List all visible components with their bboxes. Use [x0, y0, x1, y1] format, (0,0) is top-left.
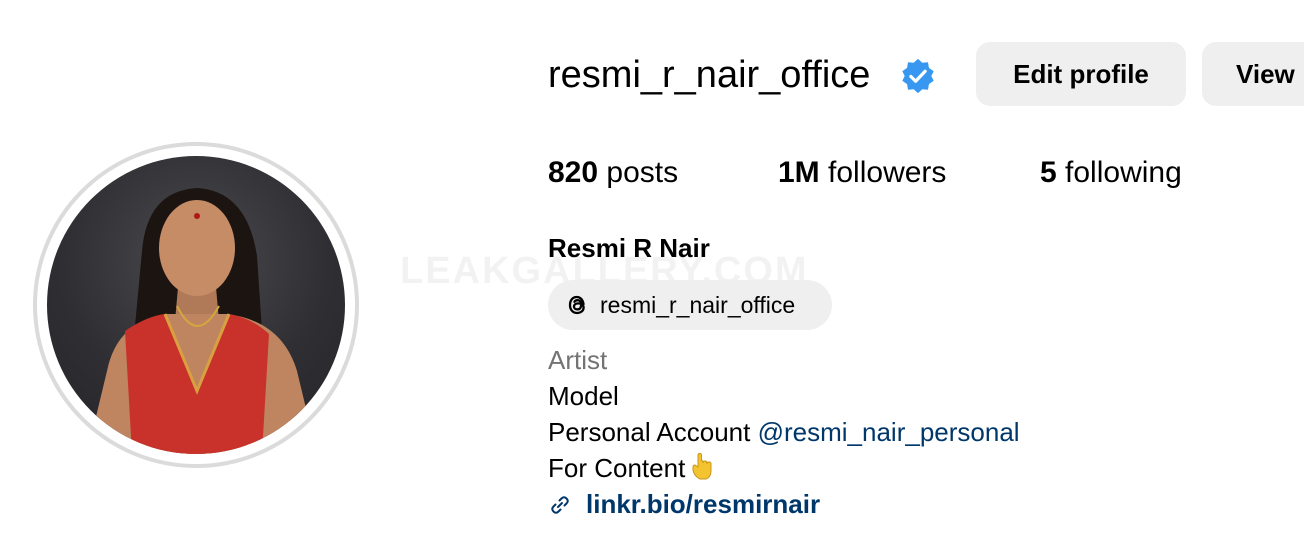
view-archive-button[interactable]: View: [1202, 42, 1304, 106]
following-label: following: [1065, 156, 1182, 189]
bio-mention-link[interactable]: @resmi_nair_personal: [758, 417, 1020, 447]
bio-line-model: Model: [548, 381, 619, 411]
pointing-down-emoji-icon: [692, 453, 712, 480]
bio-personal-prefix: Personal Account: [548, 417, 751, 447]
profile-full-name: Resmi R Nair: [548, 233, 710, 263]
bio-link-text[interactable]: linkr.bio/resmirnair: [586, 487, 820, 521]
bio-category: Artist: [548, 345, 608, 375]
bio-content-text: For Content: [548, 453, 686, 483]
posts-count: 820: [548, 156, 599, 189]
bio-line-personal: Personal Account @resmi_nair_personal: [548, 415, 1020, 449]
verified-badge-icon: [902, 58, 934, 94]
profile-username: resmi_r_nair_office: [548, 54, 871, 96]
bio-line-content: For Content: [548, 451, 713, 485]
followers-stat[interactable]: 1M followers: [778, 155, 946, 191]
avatar[interactable]: [47, 156, 345, 454]
following-stat[interactable]: 5 following: [1040, 155, 1182, 191]
threads-handle: resmi_r_nair_office: [600, 292, 796, 318]
avatar-photo: [87, 188, 317, 454]
following-count: 5: [1040, 156, 1057, 189]
posts-stat[interactable]: 820 posts: [548, 155, 678, 191]
threads-badge-button[interactable]: resmi_r_nair_office: [548, 280, 832, 330]
link-icon: [551, 496, 569, 514]
threads-icon: [568, 295, 585, 315]
followers-count: 1M: [778, 156, 820, 189]
posts-label: posts: [606, 156, 679, 189]
followers-label: followers: [828, 156, 947, 189]
edit-profile-button[interactable]: Edit profile: [976, 42, 1186, 106]
